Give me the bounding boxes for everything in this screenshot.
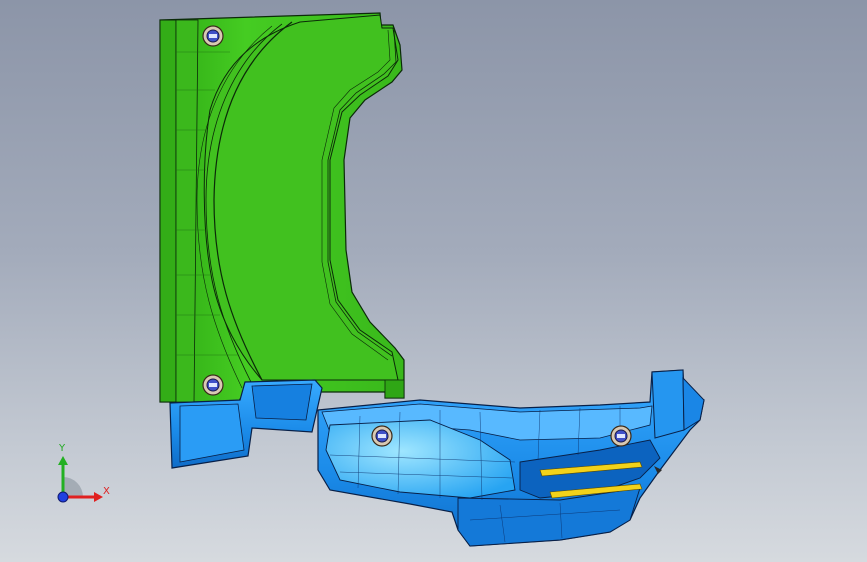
clip-icon [202, 25, 224, 47]
cad-model-canvas[interactable] [0, 0, 867, 562]
clip-icon [371, 425, 393, 447]
axis-triad-icon[interactable] [57, 456, 103, 503]
x-axis-label: X [103, 486, 110, 497]
clip-icon [202, 374, 224, 396]
blue-sill-bracket[interactable] [169, 369, 705, 547]
clip-icon [610, 425, 632, 447]
green-fender-panel[interactable] [159, 12, 405, 403]
cad-3d-viewport[interactable]: Y X [0, 0, 867, 562]
y-axis-label: Y [59, 443, 66, 454]
